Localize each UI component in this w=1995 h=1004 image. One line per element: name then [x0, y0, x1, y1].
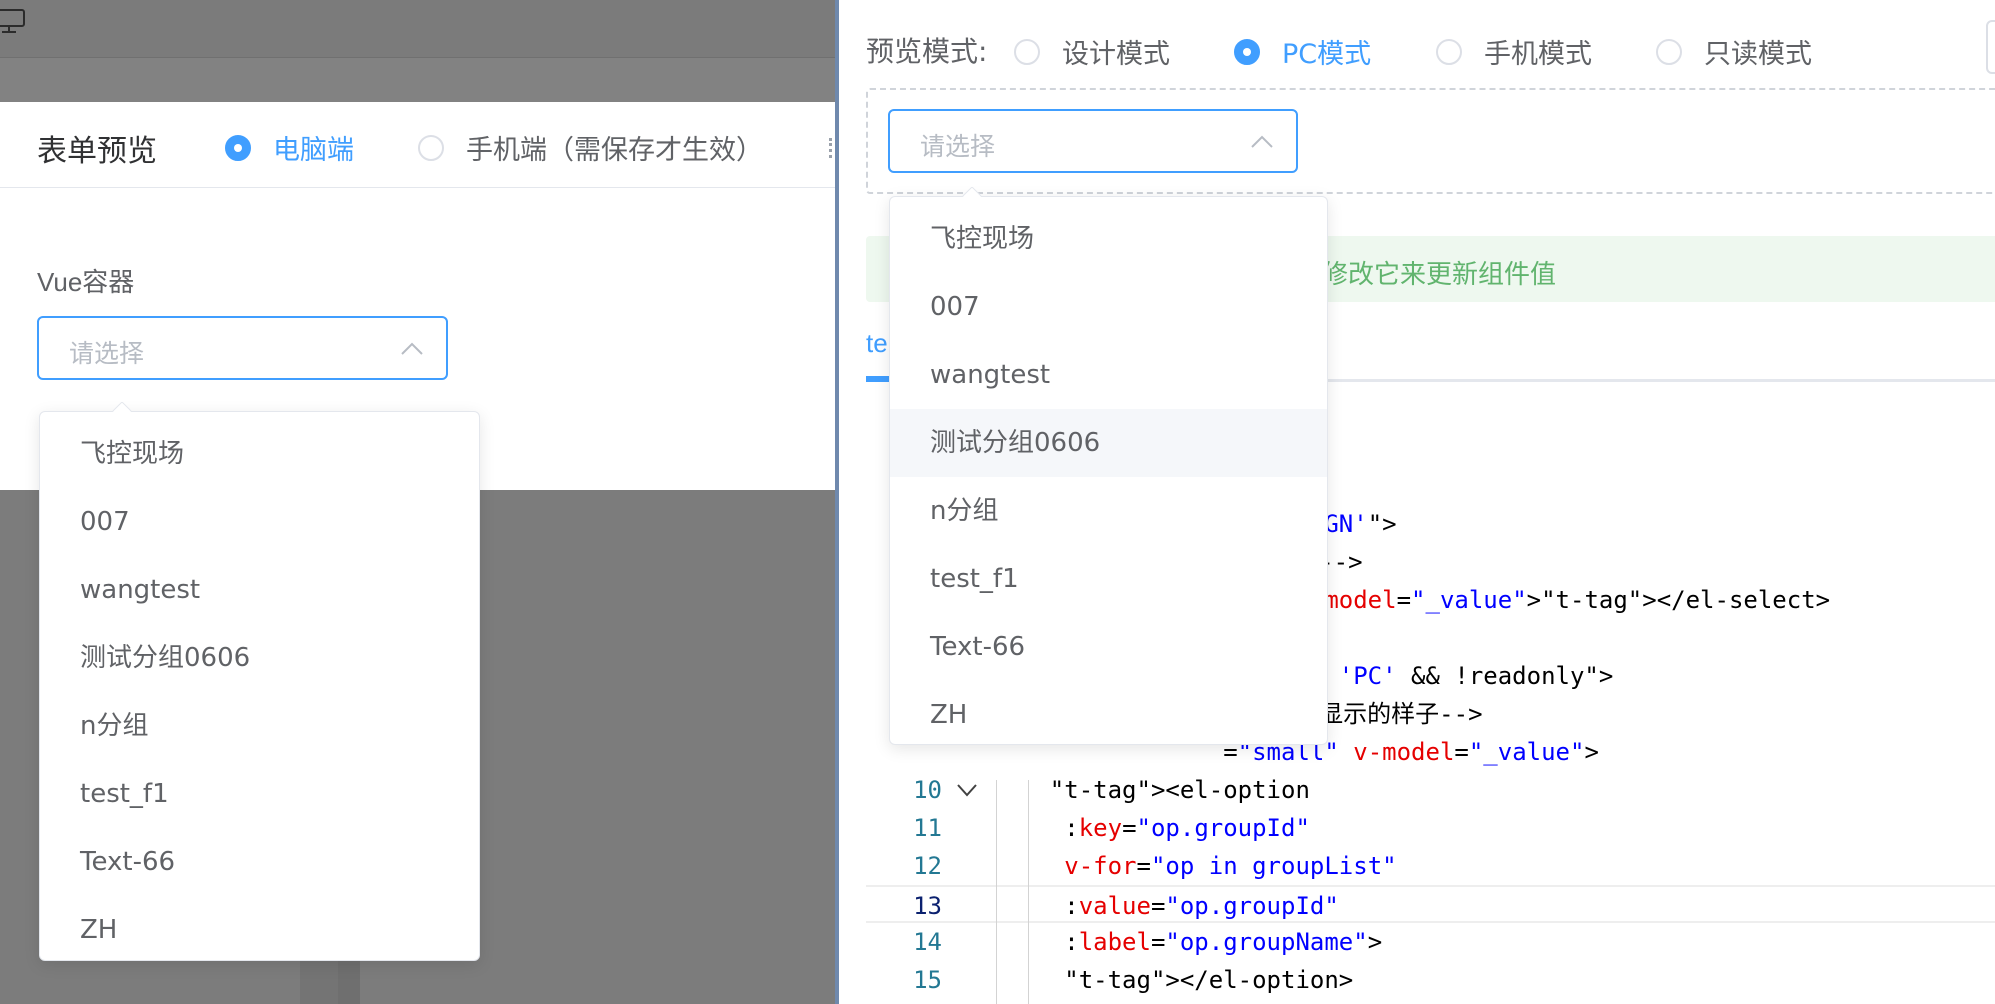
mode-mobile[interactable]: 手机模式 — [1436, 32, 1592, 71]
toolbar-button[interactable] — [1986, 20, 1995, 74]
radio-mobile[interactable]: 手机端（需保存才生效） — [418, 128, 763, 167]
radio-pc-label: 电脑端 — [273, 135, 354, 166]
dropdown-option[interactable]: n分组 — [890, 477, 1327, 545]
radio-pc[interactable]: 电脑端 — [225, 128, 354, 167]
panel-divider — [835, 0, 839, 1004]
vue-container-select[interactable]: 请选择 — [37, 316, 448, 380]
dropdown-option[interactable]: wangtest — [40, 556, 479, 624]
code-line[interactable]: 11 :key="op.groupId" — [866, 809, 1995, 847]
code-text: "t-tag"><el-option — [1049, 776, 1310, 804]
select-placeholder: 请选择 — [920, 132, 996, 161]
dropdown-option[interactable]: 飞控现场 — [890, 205, 1327, 273]
dropdown-option[interactable]: 飞控现场 — [40, 420, 479, 488]
code-line[interactable]: 12 v-for="op in groupList" — [866, 847, 1995, 885]
code-line[interactable]: 15 "t-tag"></el-option> — [866, 961, 1995, 999]
indent-guide — [1028, 780, 1029, 1004]
line-number: 12 — [913, 852, 942, 880]
line-number: 13 — [913, 892, 942, 920]
chevron-up-icon — [401, 342, 423, 355]
line-number: 16 — [866, 999, 942, 1004]
mode-pc-label: PC模式 — [1282, 39, 1372, 70]
code-line[interactable]: 14 :label="op.groupName"> — [866, 923, 1995, 961]
mode-design-label: 设计模式 — [1062, 39, 1170, 70]
dropdown-option[interactable]: test_f1 — [40, 760, 479, 828]
radio-dot[interactable] — [418, 134, 444, 161]
code-text: :key="op.groupId" — [1064, 814, 1310, 842]
line-number: 11 — [913, 814, 942, 842]
code-line[interactable]: 16 "t-tag"></el-select> — [866, 999, 1995, 1004]
code-line[interactable]: 10 "t-tag"><el-option — [866, 771, 1995, 809]
backdrop-strip — [0, 58, 835, 102]
line-number: 14 — [913, 928, 942, 956]
code-text: v-for="op in groupList" — [1064, 852, 1397, 880]
select-dropdown: 飞控现场 007 wangtest 测试分组0606 n分组 test_f1 Text-66… — [39, 411, 480, 961]
radio-dot-checked[interactable] — [1234, 38, 1260, 65]
line-number: 15 — [913, 966, 942, 994]
dialog-header: 表单预览 电脑端 手机端（需保存才生效） — [0, 102, 835, 188]
code-line[interactable]: 13 :value="op.groupId" — [866, 885, 1995, 923]
group-select[interactable]: 请选择 — [888, 109, 1298, 173]
line-number: 10 — [913, 776, 942, 804]
mode-readonly[interactable]: 只读模式 — [1656, 32, 1812, 71]
radio-dot[interactable] — [1436, 38, 1462, 65]
dropdown-option[interactable]: ZH — [890, 681, 1327, 744]
code-text: :label="op.groupName"> — [1064, 928, 1383, 956]
dropdown-option[interactable]: 测试分组0606 — [40, 624, 479, 692]
dropdown-option[interactable]: Text-66 — [40, 828, 479, 896]
mode-design[interactable]: 设计模式 — [1014, 32, 1170, 71]
dropdown-arrow — [962, 187, 982, 199]
field-label: Vue容器 — [37, 267, 135, 297]
code-text: "t-tag"></el-option> — [1064, 966, 1354, 994]
dialog-title: 表单预览 — [37, 134, 157, 169]
preview-mode-label: 预览模式: — [866, 35, 988, 68]
code-text: "t-tag"></el-select> — [1035, 999, 1324, 1004]
indent-guide — [996, 780, 997, 1004]
code-text: :value="op.groupId" — [1064, 892, 1339, 920]
select-dropdown: 飞控现场 007 wangtest 测试分组0606 n分组 test_f1 Text-66… — [889, 196, 1328, 745]
dropdown-option[interactable]: test_f1 — [890, 545, 1327, 613]
dropdown-option[interactable]: 007 — [40, 488, 479, 556]
chevron-up-icon — [1251, 135, 1273, 148]
alert-text: 修改它来更新组件值 — [1322, 260, 1557, 290]
dropdown-option[interactable]: ZH — [40, 896, 479, 960]
radio-dot[interactable] — [1656, 38, 1682, 65]
tab-template[interactable]: te — [866, 328, 888, 359]
radio-dot[interactable] — [1014, 38, 1040, 65]
dropdown-option[interactable]: wangtest — [890, 341, 1327, 409]
select-placeholder: 请选择 — [69, 339, 145, 368]
mode-pc[interactable]: PC模式 — [1234, 32, 1371, 71]
dropdown-option[interactable]: n分组 — [40, 692, 479, 760]
monitor-icon[interactable] — [0, 8, 28, 34]
radio-dot-checked[interactable] — [225, 134, 251, 161]
fold-chevron-icon[interactable] — [956, 783, 978, 797]
radio-mobile-label: 手机端（需保存才生效） — [466, 135, 763, 166]
designer-toolbar — [0, 0, 835, 58]
dropdown-option[interactable]: Text-66 — [890, 613, 1327, 681]
dropdown-arrow — [112, 402, 132, 414]
dropdown-option[interactable]: 007 — [890, 273, 1327, 341]
mode-mobile-label: 手机模式 — [1484, 39, 1592, 70]
mode-readonly-label: 只读模式 — [1704, 39, 1812, 70]
dropdown-option[interactable]: 测试分组0606 — [890, 409, 1327, 477]
